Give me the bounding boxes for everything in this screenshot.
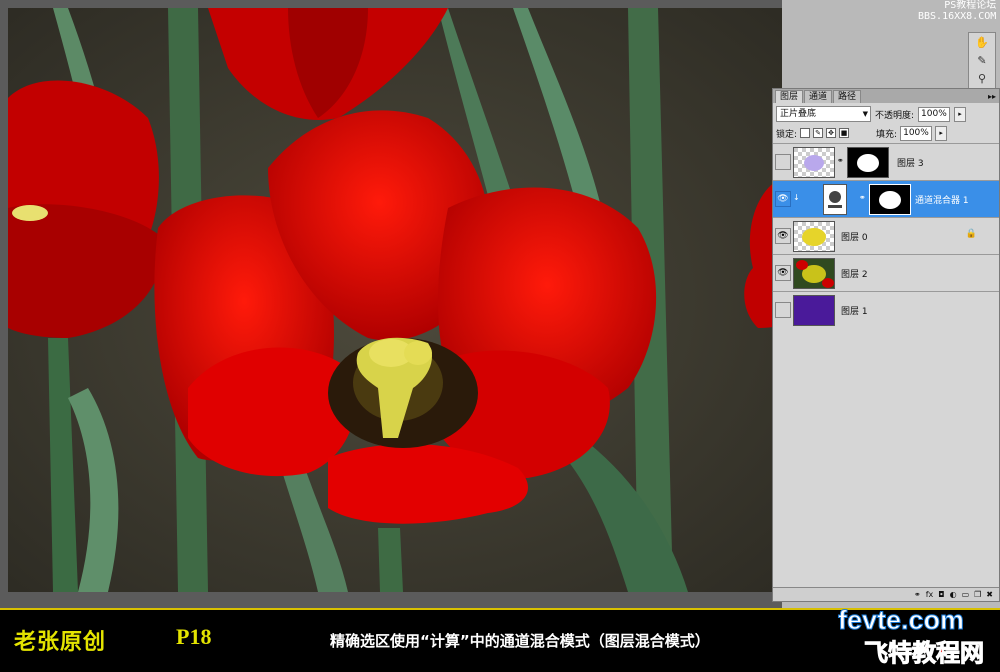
flower-thumb-icon [796, 260, 834, 288]
watermark-line1: PS教程论坛 [944, 0, 997, 11]
hand-tool-icon[interactable]: ✋ [971, 35, 993, 51]
visibility-toggle[interactable] [775, 302, 791, 318]
flower-thumb-icon [802, 228, 826, 246]
author-label: 老张原创 [14, 629, 107, 655]
mixer-icon [828, 191, 842, 208]
layer-thumbnail [793, 258, 835, 289]
tab-layers[interactable]: 图层 [775, 90, 804, 103]
fill-slider-button[interactable]: ▸ [935, 125, 948, 141]
layer-name: 图层 2 [841, 270, 868, 280]
layer-row-layer0[interactable]: 👁 图层 0 🔒 [773, 217, 999, 254]
layer-row-layer2[interactable]: 👁 图层 2 [773, 254, 999, 291]
opacity-label: 不透明度: [875, 110, 915, 121]
flower-thumb-icon [804, 155, 824, 171]
caption-description: 精确选区使用“计算”中的通道混合模式（图层混合模式） [330, 632, 710, 650]
eye-icon[interactable]: 👁 [775, 228, 791, 244]
fill-label: 填充: [876, 129, 898, 140]
watermark: PS教程论坛 BBS.16XX8.COM [918, 0, 996, 22]
layer-row-layer1[interactable]: 图层 1 [773, 291, 999, 328]
link-icon[interactable]: ⚭ [837, 156, 844, 165]
layer-name: 图层 0 [841, 233, 868, 243]
logo-name: 飞特教程网 [864, 639, 985, 668]
photoshop-workspace: ✋ ✎ ⚲ PS教程论坛 BBS.16XX8.COM 图层 通道 路径 ▸▸ 正… [0, 0, 1000, 608]
lock-position-icon[interactable]: ✥ [826, 128, 837, 138]
group-icon[interactable]: ▭ [962, 588, 970, 601]
panel-footer: ⚭ fx ◘ ◐ ▭ ❐ ✖ [773, 587, 999, 601]
adjustment-icon[interactable]: ◐ [950, 588, 957, 601]
link-icon[interactable]: ⚭ [859, 193, 866, 202]
lock-all-icon[interactable]: ■ [839, 128, 850, 138]
mask-icon[interactable]: ◘ [938, 588, 944, 601]
eye-icon[interactable]: 👁 [775, 265, 791, 281]
layer-list: ⚭ 图层 3 👁 ↓ ⚭ 通道混合器 1 👁 图层 0 🔒 👁 图层 2 图层 … [773, 143, 999, 328]
layer-row-channel-mixer[interactable]: 👁 ↓ ⚭ 通道混合器 1 [773, 180, 999, 217]
layer-mask-thumbnail [869, 184, 911, 215]
tool-dock: ✋ ✎ ⚲ [968, 32, 996, 90]
layer-thumbnail [793, 221, 835, 252]
lock-label: 锁定: [776, 129, 798, 140]
clip-arrow-icon: ↓ [793, 193, 800, 202]
fx-icon[interactable]: fx [926, 588, 934, 601]
tab-channels[interactable]: 通道 [804, 90, 833, 103]
lock-icon: 🔒 [965, 229, 977, 239]
layers-panel: 图层 通道 路径 ▸▸ 正片叠底 ▼ 不透明度: 100% ▸ 锁定: ✎ ✥ … [772, 88, 1000, 602]
lock-pixels-icon[interactable]: ✎ [813, 128, 824, 138]
layer-mask-thumbnail [847, 147, 889, 178]
chevron-down-icon: ▼ [862, 110, 868, 118]
tab-paths[interactable]: 路径 [833, 90, 862, 103]
opacity-slider-button[interactable]: ▸ [954, 106, 967, 122]
page-number: P18 [176, 624, 212, 649]
link-icon[interactable]: ⚭ [914, 588, 921, 601]
tulip-photo [8, 8, 782, 592]
layer-thumbnail [793, 295, 835, 326]
site-logo: fevte.com 飞特教程网 [837, 605, 998, 668]
document-canvas[interactable] [8, 8, 782, 592]
mask-shape-icon [879, 191, 901, 209]
panel-menu-icon[interactable]: ▸▸ [988, 91, 999, 103]
layer-name: 图层 1 [841, 307, 868, 317]
mask-shape-icon [857, 154, 879, 172]
trash-icon[interactable]: ✖ [986, 588, 993, 601]
lock-transparency-icon[interactable] [800, 128, 811, 138]
fill-field[interactable]: 100% [900, 125, 933, 141]
clone-tool-icon[interactable]: ⚲ [971, 71, 993, 87]
watermark-line2: BBS.16XX8.COM [918, 11, 997, 22]
logo-domain: fevte.com [837, 605, 965, 636]
blend-mode-select[interactable]: 正片叠底 ▼ [776, 106, 871, 122]
brush-tool-icon[interactable]: ✎ [971, 53, 993, 69]
blend-row: 正片叠底 ▼ 不透明度: 100% ▸ [773, 103, 999, 125]
layer-thumbnail [793, 147, 835, 178]
adjustment-layer-icon [823, 184, 847, 215]
layer-name: 通道混合器 1 [915, 196, 969, 206]
eye-icon[interactable]: 👁 [775, 191, 791, 207]
layer-row-layer3[interactable]: ⚭ 图层 3 [773, 143, 999, 180]
blend-mode-value: 正片叠底 [780, 109, 817, 119]
layer-name: 图层 3 [897, 159, 924, 169]
panel-tabs: 图层 通道 路径 ▸▸ [773, 89, 999, 103]
new-layer-icon[interactable]: ❐ [974, 588, 981, 601]
visibility-toggle[interactable] [775, 154, 791, 170]
opacity-field[interactable]: 100% [918, 106, 951, 122]
lock-row: 锁定: ✎ ✥ ■ 填充: 100% ▸ [773, 125, 999, 141]
